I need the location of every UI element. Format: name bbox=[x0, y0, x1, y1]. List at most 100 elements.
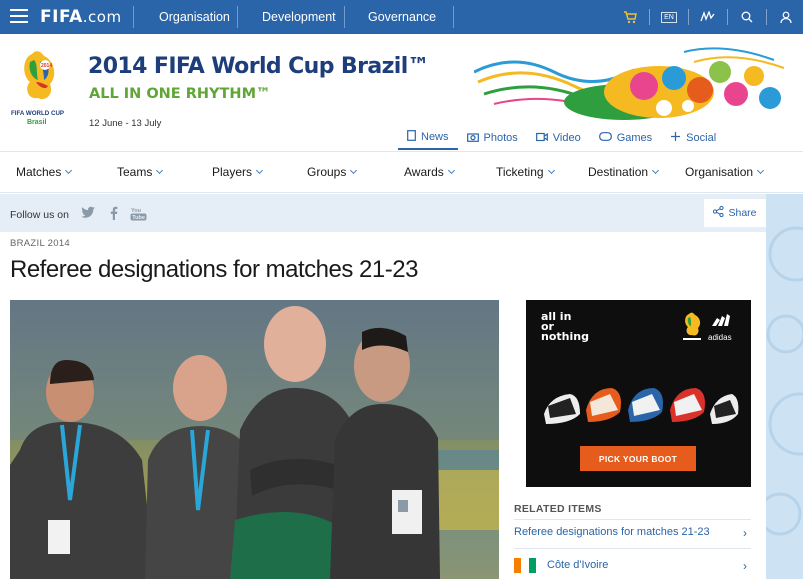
nav-matches[interactable]: Matches bbox=[16, 165, 73, 179]
svg-text:Tube: Tube bbox=[132, 215, 145, 221]
chevron-right-icon: › bbox=[743, 559, 747, 573]
camera-icon bbox=[466, 132, 479, 145]
topbar-divider bbox=[237, 6, 238, 28]
topbar-nav-label: Governance bbox=[368, 10, 437, 24]
subnav-video[interactable]: Video bbox=[527, 126, 590, 150]
chevron-down-icon bbox=[547, 166, 555, 175]
video-icon bbox=[535, 132, 548, 145]
chevron-down-icon bbox=[757, 166, 765, 175]
nav-awards[interactable]: Awards bbox=[404, 165, 455, 179]
tournament-dates: 12 June - 13 July bbox=[89, 118, 162, 129]
world-cup-mini-logo bbox=[683, 312, 701, 340]
subnav-label: Photos bbox=[483, 132, 518, 144]
follow-label: Follow us on bbox=[10, 209, 69, 221]
related-item[interactable]: Referee designations for matches 21-23 › bbox=[514, 526, 751, 540]
adidas-advertisement[interactable]: all in or nothing adidas PICK YOUR BOOT bbox=[526, 300, 751, 487]
twitter-icon[interactable] bbox=[80, 206, 96, 222]
media-subnav: News Photos Video Games Social bbox=[398, 126, 725, 150]
fifa-logo[interactable]: FIFA.com bbox=[40, 7, 122, 27]
nav-organisation[interactable]: Organisation bbox=[685, 165, 765, 179]
related-item-label: Côte d'Ivoire bbox=[547, 559, 609, 571]
topbar-divider bbox=[453, 6, 454, 28]
subnav-label: Social bbox=[686, 132, 717, 144]
decorative-side-pattern bbox=[766, 194, 803, 579]
hamburger-menu-icon[interactable] bbox=[10, 9, 28, 23]
language-label: EN bbox=[661, 11, 677, 23]
fifa-logo-suffix: .com bbox=[82, 8, 122, 26]
nav-destination[interactable]: Destination bbox=[588, 165, 660, 179]
topbar-nav-governance[interactable]: Governance bbox=[368, 0, 436, 34]
pick-your-boot-button[interactable]: PICK YOUR BOOT bbox=[580, 446, 696, 471]
share-label: Share bbox=[728, 207, 757, 219]
fifa-logo-text: FIFA bbox=[40, 7, 83, 27]
topbar-nav-label: Organisation bbox=[159, 10, 230, 24]
subnav-games[interactable]: Games bbox=[590, 126, 661, 150]
related-item[interactable]: Côte d'Ivoire › bbox=[547, 559, 751, 573]
subnav-label: Video bbox=[552, 132, 581, 144]
subnav-social[interactable]: Social bbox=[661, 126, 725, 150]
chevron-down-icon bbox=[447, 166, 455, 175]
facebook-icon[interactable] bbox=[106, 206, 122, 222]
related-item-label: Referee designations for matches 21-23 bbox=[514, 526, 710, 538]
svg-text:You: You bbox=[131, 208, 141, 214]
topbar-nav-label: Development bbox=[262, 10, 336, 24]
tournament-title: 2014 FIFA World Cup Brazil™ bbox=[88, 54, 430, 79]
subnav-label: News bbox=[421, 131, 449, 143]
article-headline: Referee designations for matches 21-23 bbox=[10, 256, 418, 283]
topbar-nav-organisation[interactable]: Organisation bbox=[159, 0, 230, 34]
icon-separator bbox=[688, 9, 689, 25]
document-icon bbox=[407, 130, 416, 144]
topbar-nav-development[interactable]: Development bbox=[262, 0, 336, 34]
gesture-icon[interactable] bbox=[699, 8, 717, 26]
divider bbox=[514, 548, 751, 549]
ad-brand: adidas bbox=[708, 333, 732, 342]
share-icon bbox=[713, 205, 725, 220]
user-icon[interactable] bbox=[777, 8, 795, 26]
chevron-down-icon bbox=[156, 166, 164, 175]
related-items-title: RELATED ITEMS bbox=[514, 503, 602, 515]
gamepad-icon bbox=[598, 132, 612, 144]
nav-players[interactable]: Players bbox=[212, 165, 264, 179]
nav-teams[interactable]: Teams bbox=[117, 165, 164, 179]
nav-ticketing[interactable]: Ticketing bbox=[496, 165, 555, 179]
ad-slogan-line: nothing bbox=[541, 330, 589, 343]
nav-groups[interactable]: Groups bbox=[307, 165, 358, 179]
youtube-icon[interactable]: You Tube bbox=[130, 206, 147, 222]
cote-divoire-flag-icon bbox=[514, 558, 536, 573]
logo-name-text: FIFA WORLD CUP bbox=[11, 110, 64, 117]
topbar-divider bbox=[344, 6, 345, 28]
chevron-down-icon bbox=[350, 166, 358, 175]
decorative-artwork bbox=[474, 47, 785, 120]
language-selector[interactable]: EN bbox=[660, 8, 678, 26]
search-icon[interactable] bbox=[738, 8, 756, 26]
icon-separator bbox=[649, 9, 650, 25]
main-nav: Matches Teams Players Groups Awards Tick… bbox=[0, 151, 803, 193]
article-photo[interactable] bbox=[10, 300, 499, 579]
subnav-label: Games bbox=[616, 132, 653, 144]
topbar-icons: EN bbox=[621, 8, 795, 26]
chevron-down-icon bbox=[65, 166, 73, 175]
subnav-photos[interactable]: Photos bbox=[458, 126, 527, 150]
chevron-right-icon: › bbox=[743, 526, 747, 540]
nav-label: Matches bbox=[16, 165, 62, 179]
nav-label: Ticketing bbox=[496, 165, 544, 179]
nav-label: Organisation bbox=[685, 165, 754, 179]
ad-slogan: all in or nothing bbox=[541, 311, 589, 343]
nav-label: Players bbox=[212, 165, 253, 179]
nav-label: Destination bbox=[588, 165, 649, 179]
share-button[interactable]: Share bbox=[704, 199, 766, 227]
world-cup-logo[interactable]: 2014 FIFA WORLD CUP Brasil bbox=[10, 48, 72, 130]
nav-label: Awards bbox=[404, 165, 444, 179]
top-bar: FIFA.com Organisation Development Govern… bbox=[0, 0, 803, 34]
icon-separator bbox=[766, 9, 767, 25]
topbar-divider bbox=[133, 6, 134, 28]
chevron-down-icon bbox=[255, 166, 264, 175]
section-label[interactable]: BRAZIL 2014 bbox=[10, 238, 70, 249]
logo-year-text: 2014 bbox=[41, 63, 52, 69]
subnav-news[interactable]: News bbox=[398, 126, 458, 150]
football-boots-image bbox=[544, 388, 739, 424]
adidas-logo-icon bbox=[712, 314, 730, 326]
cart-icon[interactable] bbox=[621, 8, 639, 26]
icon-separator bbox=[727, 9, 728, 25]
logo-brasil-text: Brasil bbox=[27, 119, 47, 126]
